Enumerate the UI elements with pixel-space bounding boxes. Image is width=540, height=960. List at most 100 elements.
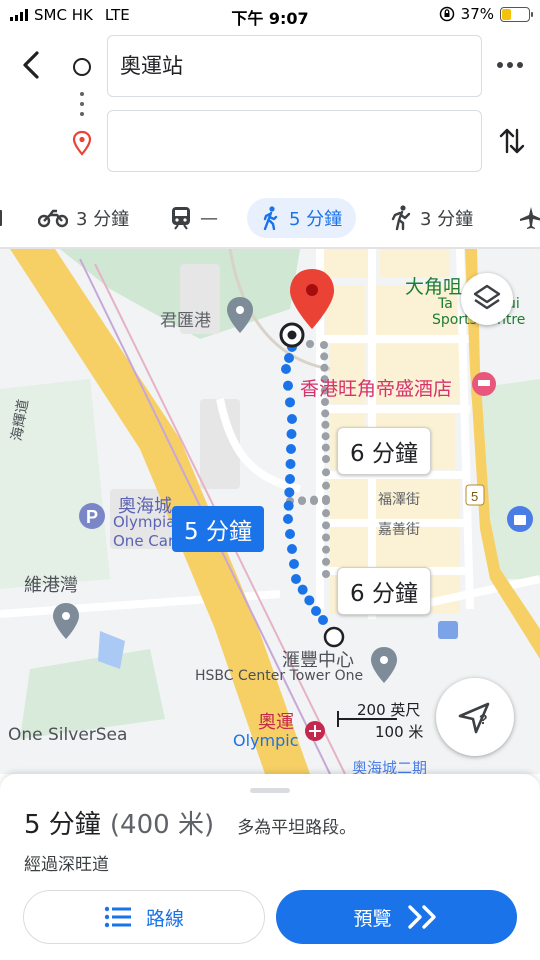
route-steps-label: 路線 xyxy=(145,907,184,930)
tab-walk-label: 5 分鐘 xyxy=(289,209,343,230)
route-dot xyxy=(318,615,328,625)
map-view[interactable]: P 5 君匯港 大角咀 Ta ui Sports ntre 香港旺角帝盛酒店 奧… xyxy=(0,249,540,774)
route-dot xyxy=(322,468,330,477)
route-dot xyxy=(322,455,330,463)
route-distance: (400 米) xyxy=(109,810,215,840)
route-dot xyxy=(286,444,296,454)
route-dot xyxy=(306,340,314,348)
preview-label: 預覽 xyxy=(353,907,392,930)
route-dot xyxy=(285,474,295,484)
route-via: 經過深旺道 xyxy=(24,855,109,875)
route-note: 多為平坦路段。 xyxy=(237,818,357,838)
route-dot xyxy=(297,584,308,595)
route-dot xyxy=(281,364,291,374)
map-label-hsbc-en: HSBC Center Tower One xyxy=(195,668,364,684)
destination-pin-icon xyxy=(72,130,92,156)
layers-icon xyxy=(473,284,501,310)
maps-directions-screen: SMC HK LTE 下午 9:07 37% 奧運站 3 分鐘 — 5 分鐘 3… xyxy=(0,0,540,960)
route-dot xyxy=(287,544,297,554)
tab-walk[interactable]: 5 分鐘 xyxy=(247,198,357,238)
shopping-icon xyxy=(507,506,533,532)
route-duration: 5 分鐘 xyxy=(24,810,101,840)
tab-transit-label: — xyxy=(200,207,218,229)
svg-text:5: 5 xyxy=(471,489,478,504)
start-point-marker xyxy=(323,626,345,648)
map-label-tai-kok-tsui: 大角咀 xyxy=(405,276,463,298)
tab-motorcycle-label: 3 分鐘 xyxy=(76,209,130,230)
route-dot xyxy=(284,487,295,498)
route-dot xyxy=(285,397,295,408)
scale-imperial: 200 英尺 xyxy=(357,701,421,719)
tab-rideshare[interactable]: 3 分鐘 xyxy=(390,198,473,238)
sheet-handle[interactable] xyxy=(250,788,290,793)
more-dots-icon[interactable] xyxy=(497,55,527,75)
route-dot xyxy=(284,353,294,363)
travel-mode-tabs: 3 分鐘 — 5 分鐘 3 分鐘 xyxy=(0,198,540,246)
status-right: 37% xyxy=(439,5,533,23)
battery-fill xyxy=(502,8,512,20)
bus-stop-icon xyxy=(438,621,458,639)
svg-text:P: P xyxy=(86,507,98,527)
route-dot xyxy=(322,481,330,490)
back-arrow-icon[interactable] xyxy=(16,48,50,82)
route-dot xyxy=(285,529,295,539)
motorcycle-icon xyxy=(38,209,68,228)
origin-circle-icon xyxy=(73,58,91,76)
route-dot xyxy=(321,432,330,441)
route-dot xyxy=(283,500,294,511)
battery-percent: 37% xyxy=(460,5,494,23)
route-dot xyxy=(322,533,330,542)
map-scale: 200 英尺 100 米 xyxy=(337,699,437,741)
directions-header: 奧運站 3 分鐘 — 5 分鐘 3 分鐘 xyxy=(0,30,540,248)
tab-motorcycle[interactable]: 3 分鐘 xyxy=(38,198,129,238)
location-arrow-icon: ? xyxy=(458,702,490,734)
destination-input[interactable] xyxy=(107,110,482,172)
tab-flight[interactable] xyxy=(518,198,540,238)
metro-icon xyxy=(305,721,325,741)
route-summary-sheet[interactable]: 5 分鐘 (400 米) 多為平坦路段。 經過深旺道 路線 預覽 xyxy=(0,774,540,960)
route-time-chip[interactable]: 5 分鐘 xyxy=(172,506,264,552)
route-dot xyxy=(311,606,321,616)
map-label-one-car: One Car xyxy=(113,532,175,550)
route-dot xyxy=(310,497,318,505)
route-dot xyxy=(322,570,330,578)
alt-route-time-chip[interactable]: 6 分鐘 xyxy=(337,427,431,475)
alt-route-time-chip[interactable]: 6 分鐘 xyxy=(337,567,431,615)
orientation-lock-icon xyxy=(439,6,454,22)
route-dot xyxy=(286,429,297,439)
route-steps-button[interactable]: 路線 xyxy=(23,890,265,944)
locate-button[interactable]: ? xyxy=(436,678,514,756)
map-label-hotel: 香港旺角帝盛酒店 xyxy=(300,378,453,400)
map-label-fuk-chak: 福澤街 xyxy=(378,492,420,508)
layers-button[interactable] xyxy=(461,273,513,325)
route-dot xyxy=(320,341,328,349)
tab-car[interactable] xyxy=(0,198,4,238)
double-chevron-icon xyxy=(407,905,436,929)
route-dot xyxy=(291,574,301,584)
hotel-icon xyxy=(472,372,496,396)
route-dot xyxy=(320,352,329,361)
route-dot xyxy=(322,557,330,566)
route-dot xyxy=(321,420,330,429)
route-dot xyxy=(287,414,297,424)
map-label-victoria: 維港灣 xyxy=(24,575,78,596)
origin-input[interactable]: 奧運站 xyxy=(107,35,482,97)
map-label-sports-1: Ta xyxy=(438,296,453,312)
flight-icon xyxy=(520,207,540,229)
parking-icon: P xyxy=(79,503,105,529)
map-label-ka-shin: 嘉善街 xyxy=(378,522,420,538)
route-dot xyxy=(285,459,296,469)
road-shield-icon: 5 xyxy=(465,484,485,506)
rideshare-icon xyxy=(391,205,411,231)
preview-button[interactable]: 預覽 xyxy=(276,890,517,944)
svg-text:?: ? xyxy=(479,711,488,727)
swap-icon[interactable] xyxy=(497,124,527,158)
route-summary: 5 分鐘 (400 米) 多為平坦路段。 xyxy=(24,804,356,841)
route-dot xyxy=(322,509,330,518)
status-bar: SMC HK LTE 下午 9:07 37% xyxy=(0,0,540,30)
map-label-jun-hui: 君匯港 xyxy=(160,311,211,331)
route-dot xyxy=(322,497,330,505)
car-icon xyxy=(0,210,2,226)
route-dot xyxy=(322,521,330,530)
tab-transit[interactable]: — xyxy=(170,198,218,238)
